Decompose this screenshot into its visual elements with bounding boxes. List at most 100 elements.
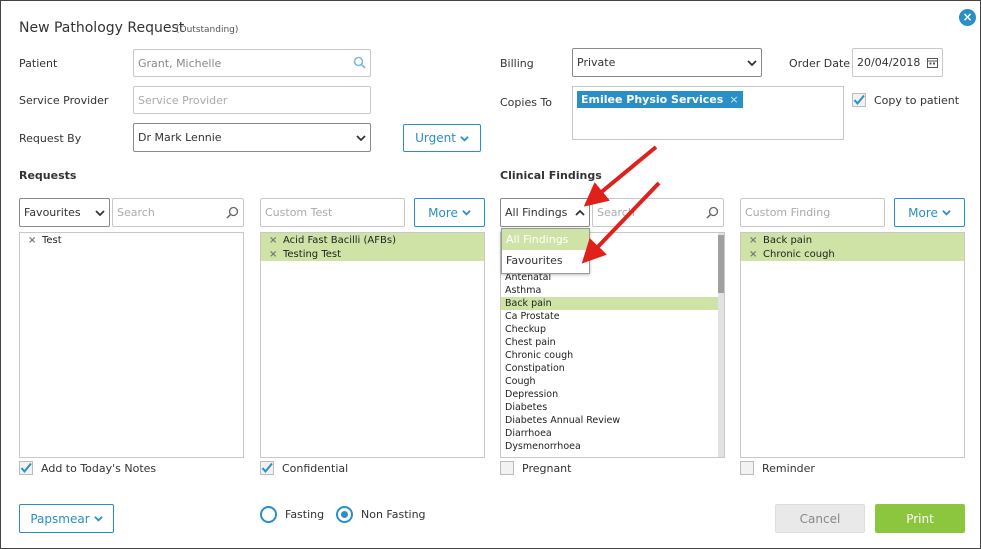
finding-item[interactable]: Chronic cough <box>501 349 719 362</box>
copies-to-tag: Emilee Physio Services × <box>577 91 743 108</box>
copy-to-patient-label: Copy to patient <box>874 93 960 107</box>
finding-item[interactable]: Checkup <box>501 323 719 336</box>
check-icon <box>261 462 273 474</box>
cancel-label: Cancel <box>799 511 841 526</box>
add-to-notes-option[interactable]: Add to Today's Notes <box>19 461 156 475</box>
billing-value: Private <box>577 56 616 69</box>
search-icon[interactable] <box>353 56 366 72</box>
copies-to-field[interactable]: Emilee Physio Services × <box>572 86 844 140</box>
list-item-label: Chronic cough <box>763 248 835 260</box>
order-date-input[interactable]: 20/04/2018 <box>852 48 943 77</box>
requests-selected-list[interactable]: × Acid Fast Bacilli (AFBs) × Testing Test <box>260 232 485 458</box>
print-label: Print <box>906 511 934 526</box>
request-by-select[interactable]: Dr Mark Lennie <box>133 123 371 152</box>
findings-more-label: More <box>908 205 938 220</box>
list-item[interactable]: × Acid Fast Bacilli (AFBs) <box>261 233 484 247</box>
chevron-down-icon <box>356 134 366 141</box>
reminder-label: Reminder <box>762 461 815 475</box>
close-icon[interactable]: × <box>959 9 976 26</box>
patient-value: Grant, Michelle <box>138 56 222 70</box>
copy-to-patient-option[interactable]: Copy to patient <box>852 93 959 107</box>
calendar-icon[interactable] <box>927 57 938 68</box>
tag-remove-icon[interactable]: × <box>729 93 738 106</box>
papsmear-label: Papsmear <box>30 511 90 526</box>
pathology-request-dialog: New Pathology Request (Outstanding) × Pa… <box>0 0 981 549</box>
fasting-option[interactable]: Fasting <box>260 506 324 523</box>
list-item[interactable]: × Testing Test <box>261 247 484 261</box>
pregnant-checkbox[interactable] <box>500 461 514 475</box>
chevron-down-icon <box>95 209 105 216</box>
service-provider-placeholder: Service Provider <box>138 93 228 107</box>
finding-item[interactable]: Asthma <box>501 284 719 297</box>
non-fasting-option[interactable]: Non Fasting <box>336 506 426 523</box>
list-item[interactable]: × Chronic cough <box>741 247 964 261</box>
remove-icon[interactable]: × <box>265 235 283 246</box>
add-to-notes-checkbox[interactable] <box>19 461 33 475</box>
requests-search-input[interactable]: Search <box>112 198 244 227</box>
findings-more-button[interactable]: More <box>894 198 965 227</box>
requests-filter-select[interactable]: Favourites <box>19 198 110 227</box>
fasting-radio[interactable] <box>260 506 277 523</box>
finding-item[interactable]: Cough <box>501 375 719 388</box>
finding-item[interactable]: Diabetes Annual Review <box>501 414 719 427</box>
patient-label: Patient <box>19 57 58 70</box>
finding-item[interactable]: Diabetes <box>501 401 719 414</box>
pregnant-option[interactable]: Pregnant <box>500 461 571 475</box>
finding-item[interactable]: Dysmenorrhoea <box>501 440 719 453</box>
finding-item[interactable]: Constipation <box>501 362 719 375</box>
chevron-down-icon <box>747 59 757 66</box>
print-button[interactable]: Print <box>875 504 965 533</box>
finding-item[interactable]: Back pain <box>501 297 719 310</box>
cancel-button[interactable]: Cancel <box>775 504 865 533</box>
list-item[interactable]: × Back pain <box>741 233 964 247</box>
request-by-label: Request By <box>19 132 82 145</box>
list-item-label: Test <box>42 234 62 246</box>
dialog-title: New Pathology Request <box>19 20 185 36</box>
requests-more-button[interactable]: More <box>414 198 485 227</box>
remove-icon[interactable]: × <box>745 249 763 260</box>
chevron-down-icon <box>93 516 103 522</box>
add-to-notes-label: Add to Today's Notes <box>41 461 157 475</box>
finding-item[interactable]: Chest pain <box>501 336 719 349</box>
list-item-label: Back pain <box>763 234 813 246</box>
requests-filter-value: Favourites <box>24 206 81 219</box>
list-item[interactable]: × Test <box>20 233 243 247</box>
service-provider-input[interactable]: Service Provider <box>133 86 371 114</box>
reminder-option[interactable]: Reminder <box>740 461 815 475</box>
fasting-label: Fasting <box>285 508 325 521</box>
non-fasting-radio[interactable] <box>336 506 353 523</box>
chevron-down-icon <box>942 210 951 216</box>
custom-test-input[interactable]: Custom Test <box>260 198 405 227</box>
reminder-checkbox[interactable] <box>740 461 754 475</box>
annotation-arrow-1 <box>583 145 658 207</box>
findings-selected-list[interactable]: × Back pain × Chronic cough <box>740 232 965 458</box>
check-icon <box>20 462 32 474</box>
urgent-button[interactable]: Urgent <box>403 124 481 152</box>
copy-to-patient-checkbox[interactable] <box>852 93 866 107</box>
remove-icon[interactable]: × <box>745 235 763 246</box>
finding-item[interactable]: Diarrhoea <box>501 427 719 440</box>
confidential-option[interactable]: Confidential <box>260 461 348 475</box>
patient-field[interactable]: Grant, Michelle <box>133 49 371 77</box>
findings-filter-value: All Findings <box>505 206 568 219</box>
papsmear-button[interactable]: Papsmear <box>19 504 114 533</box>
urgent-label: Urgent <box>415 131 456 145</box>
list-item-label: Acid Fast Bacilli (AFBs) <box>283 234 396 246</box>
finding-item[interactable]: Depression <box>501 388 719 401</box>
confidential-checkbox[interactable] <box>260 461 274 475</box>
requests-available-list[interactable]: × Test <box>19 232 244 458</box>
custom-finding-input[interactable]: Custom Finding <box>740 198 885 227</box>
requests-search-placeholder: Search <box>117 206 155 219</box>
dialog-status: (Outstanding) <box>176 25 239 35</box>
chevron-down-icon <box>462 210 471 216</box>
remove-icon[interactable]: × <box>265 249 283 260</box>
search-icon[interactable] <box>706 206 719 219</box>
findings-scroll-thumb[interactable] <box>718 235 724 293</box>
finding-item[interactable]: Ca Prostate <box>501 310 719 323</box>
search-icon[interactable] <box>226 206 239 219</box>
remove-icon[interactable]: × <box>24 235 42 246</box>
findings-scrollbar[interactable] <box>718 233 724 457</box>
list-item-label: Testing Test <box>283 248 342 260</box>
billing-select[interactable]: Private <box>572 48 762 77</box>
chevron-down-icon <box>460 135 469 142</box>
